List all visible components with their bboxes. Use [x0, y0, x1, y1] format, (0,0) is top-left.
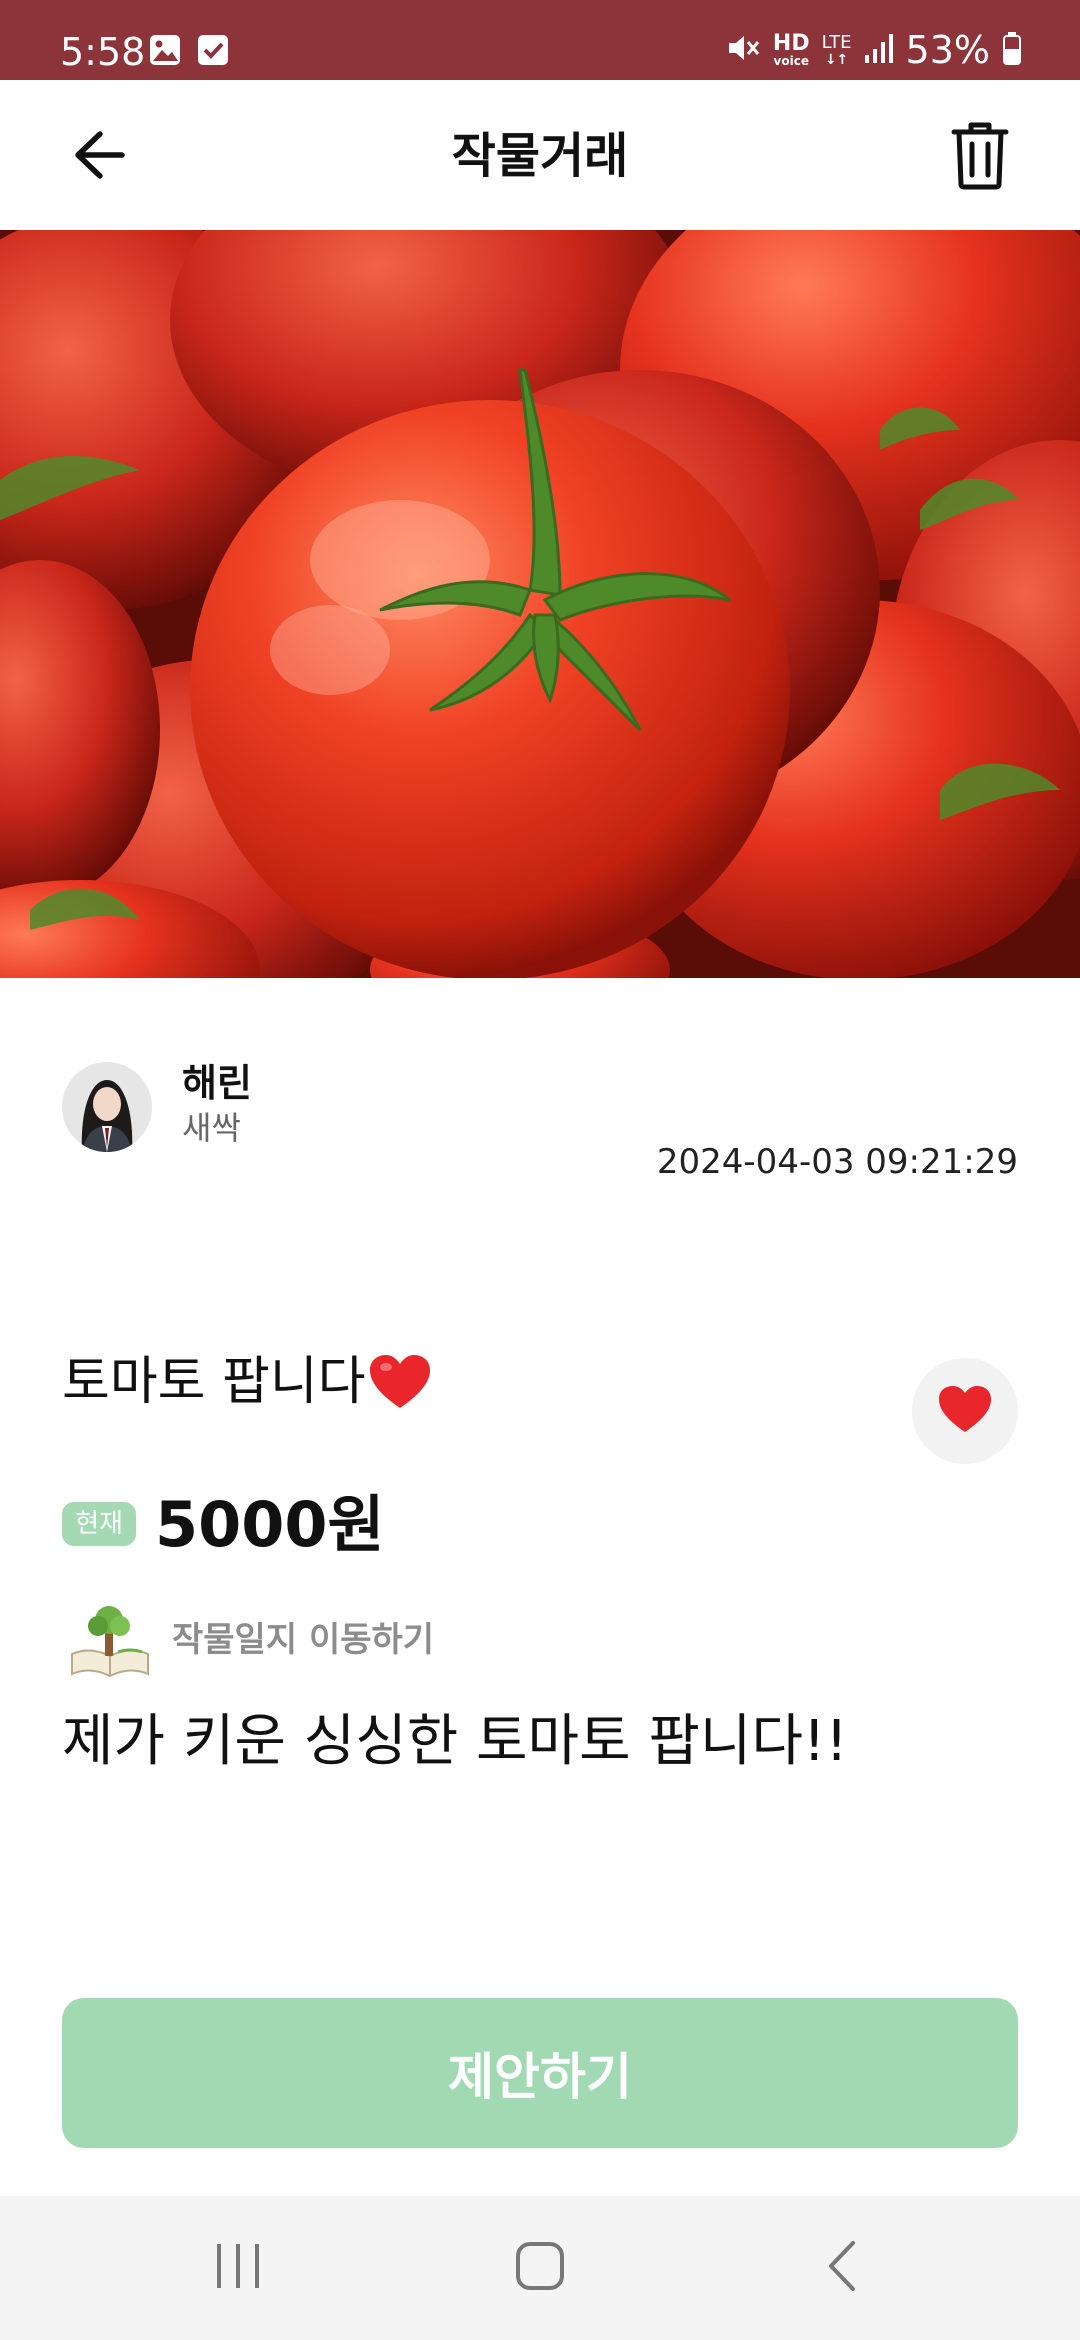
status-bar: 5:58 HD voice LTE ↓↑ 53% [0, 0, 1080, 80]
status-notification-icons [148, 33, 230, 67]
battery-percent: 53% [905, 28, 990, 72]
status-system-icons: HD voice LTE ↓↑ 53% [725, 28, 1022, 72]
voice-label: voice [773, 54, 809, 68]
like-button[interactable] [912, 1358, 1018, 1464]
post-title-text: 토마토 팝니다 [62, 1352, 366, 1412]
nav-back-icon [825, 2240, 859, 2296]
home-button[interactable] [510, 2238, 570, 2298]
tomato-photo [0, 230, 1080, 978]
seller-level: 새싹 [182, 1109, 241, 1147]
trash-icon [951, 122, 1009, 194]
crop-diary-link[interactable]: 작물일지 이동하기 [68, 1600, 434, 1680]
mute-icon [725, 30, 761, 70]
hd-label: HD [772, 31, 810, 56]
offer-button[interactable]: 제안하기 [62, 1998, 1018, 2148]
checkbox-notification-icon [196, 33, 230, 67]
seller-name: 해린 [182, 1061, 252, 1105]
status-time: 5:58 [60, 30, 146, 74]
system-nav-bar [0, 2196, 1080, 2340]
book-tree-icon [68, 1600, 152, 1680]
post-body: 제가 키운 싱싱한 토마토 팝니다!! [62, 1709, 848, 1774]
price-value: 5000원 [155, 1488, 385, 1561]
home-icon [515, 2241, 565, 2295]
crop-diary-link-label: 작물일지 이동하기 [172, 1620, 435, 1660]
app-bar: 작물거래 [0, 80, 1080, 230]
signal-icon [864, 31, 894, 69]
nav-back-button[interactable] [812, 2238, 872, 2298]
heart-emoji-icon [368, 1353, 432, 1411]
lte-indicator: LTE ↓↑ [821, 32, 852, 68]
hd-voice-indicator: HD voice [772, 31, 810, 68]
lte-label: LTE [821, 32, 852, 53]
post-title: 토마토 팝니다 [62, 1350, 432, 1414]
recent-apps-icon [213, 2242, 263, 2294]
seller-avatar[interactable] [62, 1062, 152, 1152]
post-date: 2024-04-03 09:21:29 [656, 1142, 1018, 1182]
gallery-notification-icon [148, 33, 182, 67]
battery-icon [1002, 30, 1022, 70]
recent-apps-button[interactable] [208, 2238, 268, 2298]
page-title: 작물거래 [451, 128, 629, 184]
price-status-badge: 현재 [62, 1502, 136, 1546]
heart-icon [937, 1384, 993, 1438]
delete-button[interactable] [940, 118, 1020, 198]
